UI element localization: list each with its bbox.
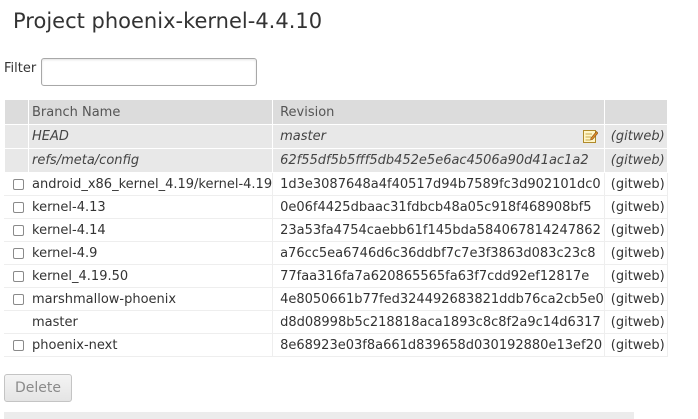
table-row: master d8d08998b5c218818aca1893c8c8f2a9c1…	[4, 310, 668, 334]
branch-name: kernel-4.9	[27, 241, 274, 265]
table-row: marshmallow-phoenix 4e8050661b77fed324492…	[4, 287, 668, 311]
revision-cell: 23a53fa4754caebb61f145bda584067814247862	[272, 218, 605, 242]
edit-icon[interactable]	[582, 129, 599, 143]
checkbox-cell	[4, 310, 29, 334]
branch-checkbox[interactable]	[13, 293, 24, 305]
revision-text: 62f55df5b5fff5db452e5e6ac4506a90d41ac1a2	[280, 153, 589, 168]
gitweb-link[interactable]: (gitweb)	[603, 310, 668, 334]
branch-name: master	[27, 310, 274, 334]
branch-checkbox[interactable]	[13, 270, 24, 282]
delete-button[interactable]: Delete	[4, 374, 72, 402]
revision-cell: d8d08998b5c218818aca1893c8c8f2a9c14d6317	[272, 310, 605, 334]
table-row: kernel-4.14 23a53fa4754caebb61f145bda5840…	[4, 218, 668, 242]
revision-cell: 62f55df5b5fff5db452e5e6ac4506a90d41ac1a2	[272, 148, 605, 173]
branch-name: android_x86_kernel_4.19/kernel-4.19	[27, 172, 274, 196]
branch-checkbox[interactable]	[13, 201, 24, 213]
table-row: kernel_4.19.50 77faa316fa7a620865565fa63f…	[4, 264, 668, 288]
gitweb-link[interactable]: (gitweb)	[603, 218, 668, 242]
branch-name: HEAD	[27, 124, 274, 149]
checkbox-cell	[4, 264, 29, 288]
table-header-row: Branch Name Revision	[4, 99, 668, 125]
checkbox-cell	[4, 241, 29, 265]
gitweb-link[interactable]: (gitweb)	[603, 287, 668, 311]
filter-label: Filter	[4, 61, 37, 76]
branch-checkbox[interactable]	[13, 224, 24, 236]
revision-cell: 0e06f4425dbaac31fdbcb48a05c918f468908bf5	[272, 195, 605, 219]
gitweb-link[interactable]: (gitweb)	[603, 148, 668, 173]
page-title: Project phoenix-kernel-4.4.10	[13, 9, 323, 33]
table-row: kernel-4.9 a76cc5ea6746d6c36ddbf7c7e3f386…	[4, 241, 668, 265]
project-branches-page: Project phoenix-kernel-4.4.10 Filter Bra…	[0, 0, 698, 419]
branch-checkbox[interactable]	[13, 178, 24, 190]
gitweb-link[interactable]: (gitweb)	[603, 333, 668, 357]
special-ref-row: refs/meta/config 62f55df5b5fff5db452e5e6a…	[4, 148, 668, 173]
revision-cell: master	[272, 124, 605, 149]
checkbox-cell	[4, 148, 29, 173]
filter-input[interactable]	[41, 58, 257, 86]
branch-name: marshmallow-phoenix	[27, 287, 274, 311]
gitweb-link[interactable]: (gitweb)	[603, 172, 668, 196]
branch-name: kernel-4.14	[27, 218, 274, 242]
gitweb-link[interactable]: (gitweb)	[603, 241, 668, 265]
footer-bar	[4, 412, 634, 419]
branch-name: phoenix-next	[27, 333, 274, 357]
branch-name: kernel-4.13	[27, 195, 274, 219]
table-row: kernel-4.13 0e06f4425dbaac31fdbcb48a05c91…	[4, 195, 668, 219]
checkbox-cell	[4, 124, 29, 149]
column-header-revision: Revision	[272, 99, 605, 125]
branch-checkbox[interactable]	[13, 247, 24, 259]
revision-cell: 77faa316fa7a620865565fa63f7cdd92ef12817e	[272, 264, 605, 288]
special-ref-row: HEAD master (gitweb)	[4, 124, 668, 149]
gitweb-link[interactable]: (gitweb)	[603, 124, 668, 149]
checkbox-cell	[4, 195, 29, 219]
column-header-web	[603, 99, 668, 125]
checkbox-cell	[4, 218, 29, 242]
gitweb-link[interactable]: (gitweb)	[603, 195, 668, 219]
revision-cell: 1d3e3087648a4f40517d94b7589fc3d902101dc0	[272, 172, 605, 196]
table-row: phoenix-next 8e68923e03f8a661d839658d0301…	[4, 333, 668, 357]
table-row: android_x86_kernel_4.19/kernel-4.19 1d3e3…	[4, 172, 668, 196]
header-checkbox-cell	[4, 99, 29, 125]
branch-checkbox[interactable]	[13, 339, 24, 351]
checkbox-cell	[4, 287, 29, 311]
branch-name: kernel_4.19.50	[27, 264, 274, 288]
branch-name: refs/meta/config	[27, 148, 274, 173]
checkbox-cell	[4, 333, 29, 357]
revision-cell: 4e8050661b77fed324492683821ddb76ca2cb5e0	[272, 287, 605, 311]
column-header-branch-name: Branch Name	[27, 99, 274, 125]
revision-text: master	[280, 129, 326, 144]
revision-cell: a76cc5ea6746d6c36ddbf7c7e3f3863d083c23c8	[272, 241, 605, 265]
revision-cell: 8e68923e03f8a661d839658d030192880e13ef20	[272, 333, 605, 357]
gitweb-link[interactable]: (gitweb)	[603, 264, 668, 288]
branches-table: Branch Name Revision HEAD master (gitweb) r…	[4, 99, 668, 357]
checkbox-cell	[4, 172, 29, 196]
